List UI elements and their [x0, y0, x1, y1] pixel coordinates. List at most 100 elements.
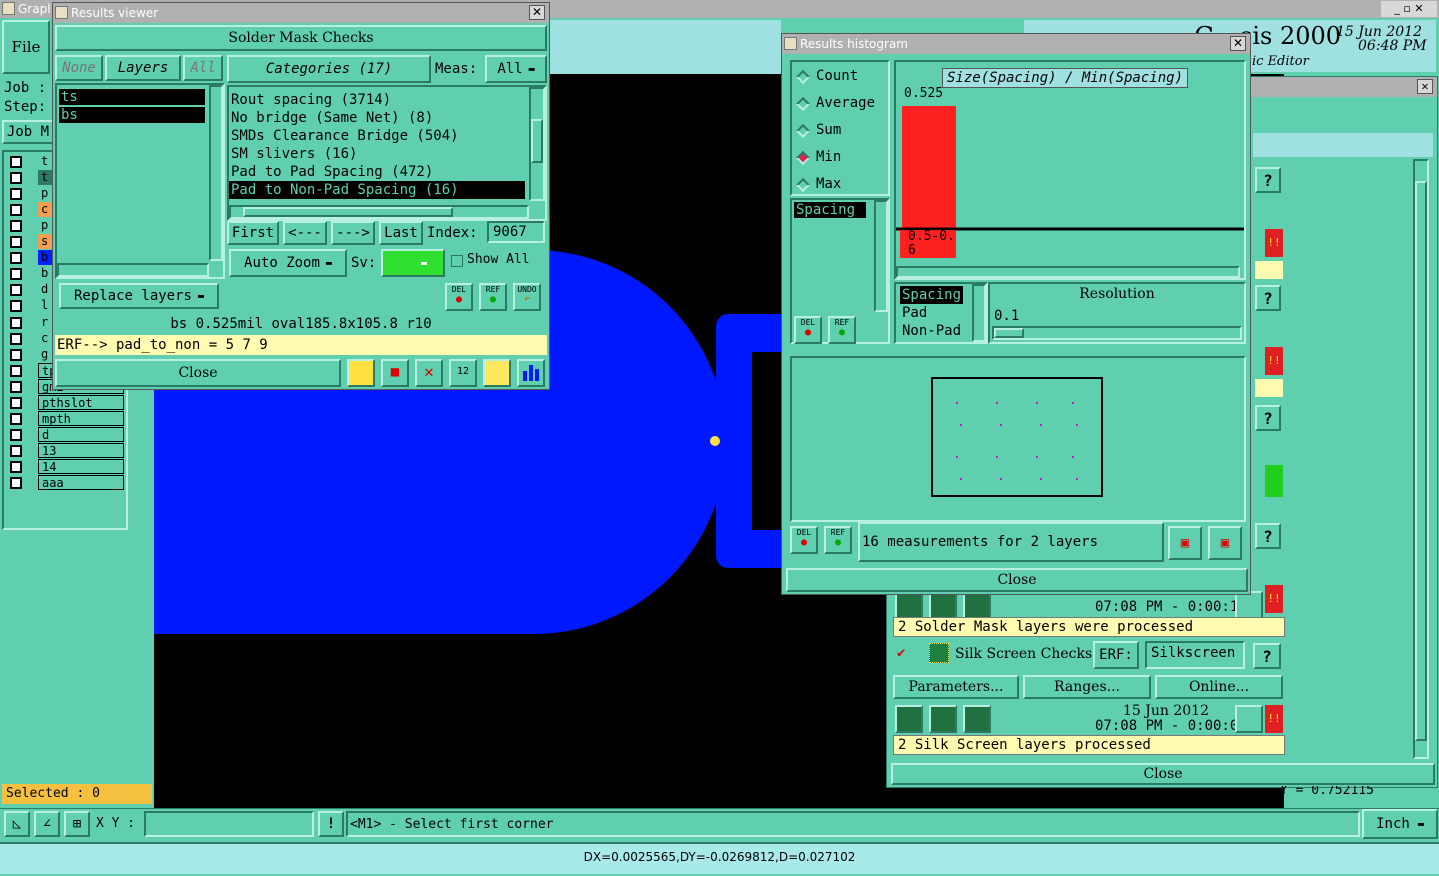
- auto-zoom-dropdown[interactable]: Auto Zoom ▬: [229, 249, 347, 277]
- silk-run-icon-a[interactable]: [895, 705, 923, 733]
- mode-radio-count[interactable]: Count: [795, 66, 886, 88]
- xy-input[interactable]: [144, 811, 314, 837]
- help-button-1[interactable]: ?: [1255, 167, 1281, 193]
- layer-checkbox[interactable]: [10, 364, 22, 377]
- categories-vscroll-thumb[interactable]: [531, 119, 543, 163]
- attr-list-item[interactable]: Spacing: [900, 286, 964, 304]
- layer-checkbox[interactable]: [10, 477, 22, 489]
- report-icon[interactable]: [483, 359, 511, 387]
- silk-help-button[interactable]: ?: [1253, 643, 1281, 669]
- radio-diamond[interactable]: [795, 177, 811, 193]
- category-item[interactable]: SMDs Clearance Bridge (504): [229, 127, 525, 145]
- layers-hscroll[interactable]: [57, 263, 209, 277]
- silk-erf-field[interactable]: Silkscreen: [1145, 641, 1245, 669]
- replace-layers-dropdown[interactable]: Replace layers ▬: [59, 283, 219, 309]
- file-menu[interactable]: File: [2, 20, 50, 74]
- run-icon-c[interactable]: [963, 591, 991, 619]
- highlight-icon[interactable]: [347, 359, 375, 387]
- categories-button[interactable]: Categories (17): [227, 55, 431, 83]
- categories-hscroll-thumb[interactable]: [243, 207, 453, 217]
- checks-scroll-thumb[interactable]: [1415, 181, 1427, 741]
- attr-list-vscroll[interactable]: [972, 284, 986, 342]
- layer-checkbox[interactable]: [10, 332, 22, 345]
- ref-cross-icon[interactable]: ✕: [415, 359, 443, 387]
- layer-checkbox[interactable]: [10, 300, 22, 313]
- resolution-slider[interactable]: [992, 326, 1242, 340]
- measure-list[interactable]: Spacing DEL ● REF ●: [790, 198, 890, 344]
- layer-row[interactable]: 13: [8, 442, 126, 459]
- layer-checkbox[interactable]: [10, 348, 22, 361]
- last-button[interactable]: Last: [379, 221, 423, 245]
- layer-checkbox[interactable]: [10, 284, 22, 297]
- layers-list[interactable]: ts bs: [55, 83, 225, 279]
- export-down-icon[interactable]: ▣: [1168, 526, 1202, 560]
- hist-ref-button[interactable]: REF ●: [828, 316, 856, 344]
- index-field[interactable]: 9067: [487, 221, 545, 243]
- layer-checkbox[interactable]: [10, 396, 22, 409]
- categories-vscroll[interactable]: [529, 87, 545, 201]
- layer-checkbox[interactable]: [10, 268, 22, 281]
- layer-row[interactable]: pthslot: [8, 394, 126, 411]
- categories-list[interactable]: Rout spacing (3714) No bridge (Same Net) …: [227, 85, 547, 221]
- export-left-icon[interactable]: ▣: [1208, 526, 1242, 560]
- sv-color-dropdown[interactable]: ▬: [381, 249, 445, 277]
- del-button[interactable]: DEL ●: [445, 283, 473, 311]
- layer-checkbox[interactable]: [10, 236, 22, 249]
- bang-button[interactable]: !: [318, 811, 344, 837]
- layer-checkbox[interactable]: [10, 412, 22, 425]
- layer-checkbox[interactable]: [10, 204, 22, 217]
- layer-checkbox[interactable]: [10, 380, 22, 393]
- checks-close-button[interactable]: Close: [891, 763, 1435, 785]
- silk-enabled-check[interactable]: ✔: [897, 645, 905, 661]
- layers-all-button[interactable]: All: [183, 55, 223, 81]
- category-item[interactable]: Pad to Pad Spacing (472): [229, 163, 525, 181]
- category-item[interactable]: Pad to Non-Pad Spacing (16): [229, 181, 525, 199]
- categories-hscroll[interactable]: [229, 205, 529, 219]
- results-viewer-close-x[interactable]: ✕: [529, 5, 545, 20]
- layer-row[interactable]: d: [8, 426, 126, 443]
- layer-checkbox[interactable]: [10, 428, 22, 441]
- radio-diamond[interactable]: [795, 69, 811, 85]
- show-all-checkbox[interactable]: [451, 255, 463, 267]
- category-item[interactable]: SM slivers (16): [229, 145, 525, 163]
- preview-ref-button[interactable]: REF ●: [824, 526, 852, 554]
- radio-diamond[interactable]: [795, 150, 811, 166]
- mode-radio-sum[interactable]: Sum: [795, 120, 886, 142]
- layer-row[interactable]: aaa: [8, 475, 126, 491]
- next-button[interactable]: --->: [331, 221, 375, 245]
- layer-checkbox[interactable]: [10, 188, 22, 201]
- silk-online-button[interactable]: Online...: [1155, 675, 1283, 699]
- run-icon-b[interactable]: [929, 591, 957, 619]
- attr-list-item[interactable]: Non-Pad: [900, 322, 963, 340]
- results-viewer-close-button[interactable]: Close: [55, 359, 341, 387]
- layer-checkbox[interactable]: [10, 172, 22, 185]
- layer-list-item[interactable]: ts: [59, 89, 205, 105]
- layer-checkbox[interactable]: [10, 316, 22, 329]
- undo-button[interactable]: UNDO ↶: [513, 283, 541, 311]
- snap-tool-icon[interactable]: ⊞: [64, 811, 90, 837]
- radio-diamond[interactable]: [795, 123, 811, 139]
- layer-row[interactable]: mpth: [8, 410, 126, 427]
- prev-button[interactable]: <---: [283, 221, 327, 245]
- preview-del-button[interactable]: DEL ●: [790, 526, 818, 554]
- hist-del-button[interactable]: DEL ●: [794, 316, 822, 344]
- mode-radio-average[interactable]: Average: [795, 93, 886, 115]
- help-button-2[interactable]: ?: [1255, 285, 1281, 311]
- units-dropdown[interactable]: Inch ▬: [1362, 809, 1438, 839]
- numbers-icon[interactable]: 12: [449, 359, 477, 387]
- mode-radio-min[interactable]: Min: [795, 147, 886, 169]
- layer-checkbox[interactable]: [10, 252, 22, 265]
- help-button-4[interactable]: ?: [1255, 523, 1281, 549]
- radio-diamond[interactable]: [795, 96, 811, 112]
- silk-ranges-button[interactable]: Ranges...: [1023, 675, 1151, 699]
- histogram-close-button[interactable]: Close: [786, 568, 1248, 592]
- alert-badge-2[interactable]: !!: [1265, 347, 1283, 375]
- layer-checkbox[interactable]: [10, 460, 22, 473]
- layer-checkbox[interactable]: [10, 220, 22, 233]
- layers-button[interactable]: Layers: [105, 55, 181, 81]
- measure-list-item[interactable]: Spacing: [794, 202, 866, 218]
- layers-vscroll[interactable]: [209, 85, 223, 261]
- run-icon-a[interactable]: [895, 591, 923, 619]
- alert-badge-1[interactable]: !!: [1265, 229, 1283, 257]
- measure-tool-icon[interactable]: ◺: [4, 811, 30, 837]
